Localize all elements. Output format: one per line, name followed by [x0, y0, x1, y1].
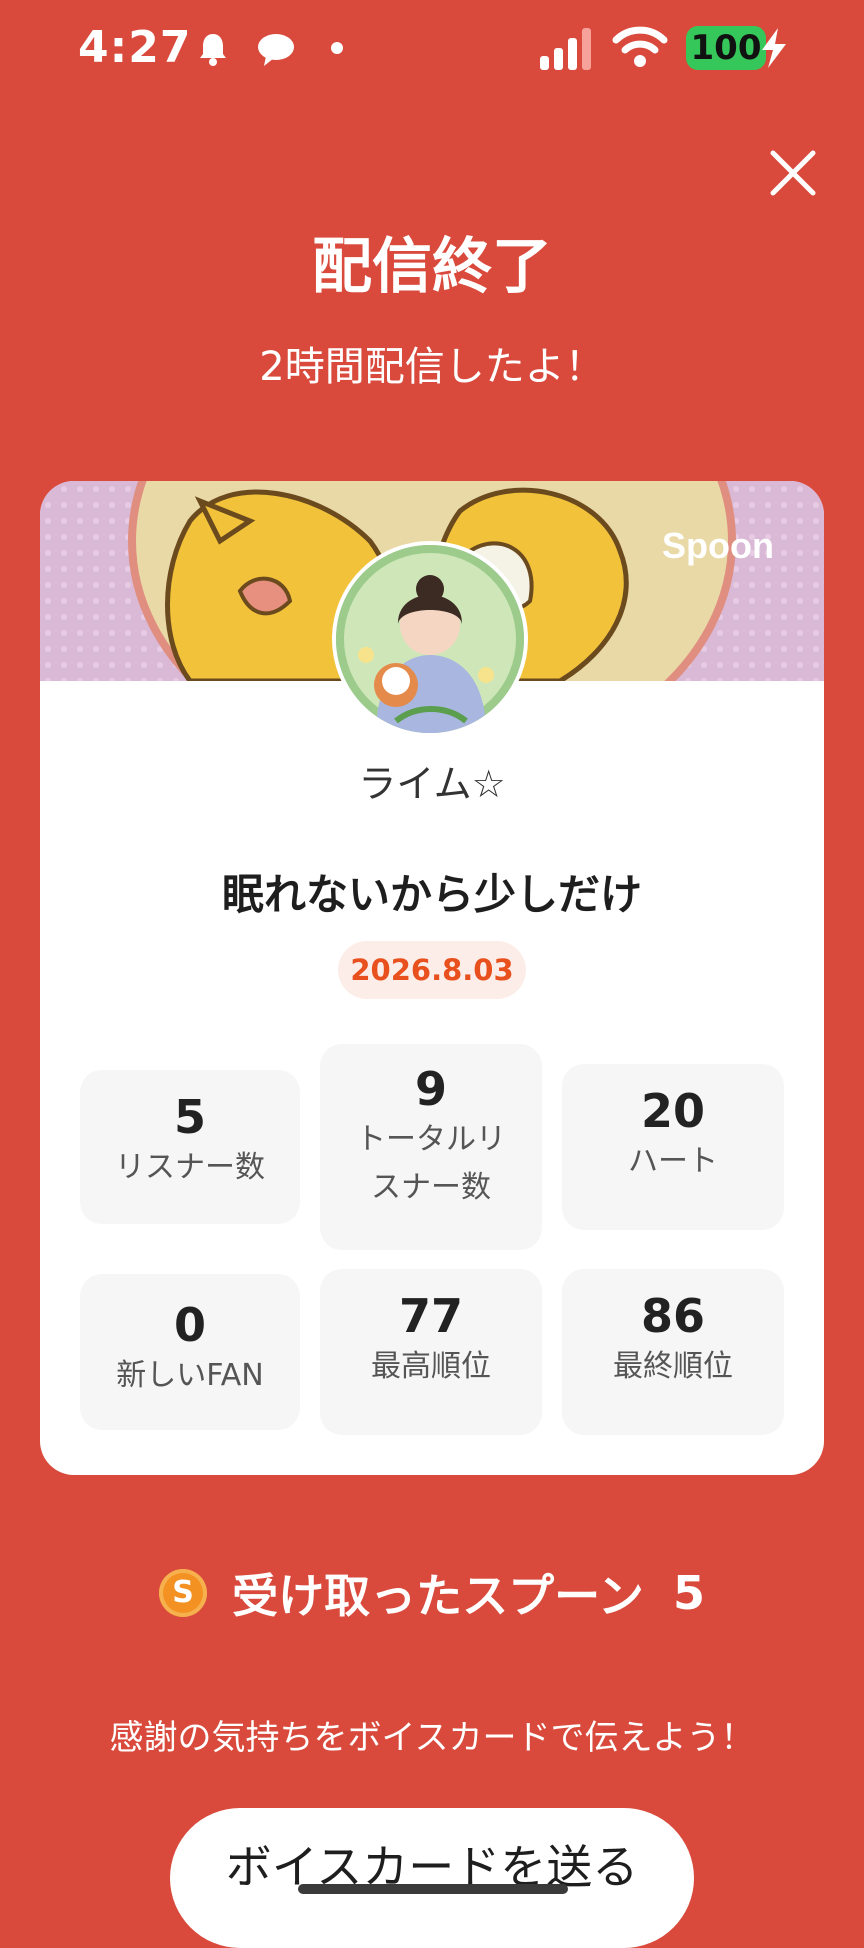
- received-spoons-count: 5: [672, 1566, 705, 1620]
- avatar-image: [336, 545, 524, 733]
- stat-label: リスナー数: [115, 1150, 265, 1185]
- status-bar: 4:27 100: [0, 0, 864, 100]
- send-voice-card-button[interactable]: ボイスカードを送る: [170, 1808, 694, 1948]
- stat-value: 0: [173, 1298, 206, 1352]
- broadcast-summary-card: Spoon ライム☆ 眠れないから少しだけ 2026.8.03 5 リスナー数 …: [40, 481, 824, 1475]
- stat-value: 86: [640, 1289, 705, 1343]
- stat-label: 最高順位: [371, 1349, 491, 1384]
- bell-icon: [200, 34, 226, 66]
- received-spoons-label: 受け取ったスプーン: [232, 1569, 644, 1623]
- wifi-icon: [612, 26, 668, 67]
- stat-value: 9: [414, 1062, 447, 1116]
- stat-listeners: 5 リスナー数: [80, 1070, 300, 1224]
- spoon-coin-icon: S: [159, 1569, 208, 1617]
- username: ライム☆: [358, 762, 506, 806]
- stat-hearts: 20 ハート: [562, 1064, 784, 1230]
- stat-label: ハート: [628, 1144, 718, 1179]
- stat-highest-rank: 77 最高順位: [320, 1269, 542, 1435]
- stat-final-rank: 86 最終順位: [562, 1269, 784, 1435]
- page-subtitle: 2時間配信したよ！: [259, 344, 605, 390]
- stat-new-fans: 0 新しいFAN: [80, 1274, 300, 1430]
- close-icon[interactable]: [768, 148, 818, 198]
- received-spoons: S 受け取ったスプーン 5: [0, 1560, 864, 1630]
- spoon-logo: Spoon: [662, 525, 774, 566]
- stat-total-listeners: 9 トータルリ スナー数: [320, 1044, 542, 1250]
- chat-bubble-icon: [258, 34, 294, 66]
- page-title: 配信終了: [312, 232, 552, 302]
- battery-indicator: 100: [686, 26, 766, 70]
- stat-value: 20: [640, 1084, 705, 1138]
- stat-label: 新しいFAN: [116, 1358, 264, 1393]
- stat-label: トータルリ スナー数: [356, 1122, 506, 1205]
- home-indicator[interactable]: [298, 1884, 568, 1894]
- signal-icon: [540, 28, 591, 70]
- charging-bolt-icon: [762, 28, 786, 68]
- avatar[interactable]: [332, 541, 528, 737]
- stream-title: 眠れないから少しだけ: [221, 870, 642, 919]
- thanks-message: 感謝の気持ちをボイスカードで伝えよう！: [109, 1718, 755, 1758]
- status-time: 4:27: [78, 22, 192, 73]
- stat-value: 5: [173, 1090, 206, 1144]
- stat-label: 最終順位: [613, 1349, 733, 1384]
- dot-icon: [331, 42, 343, 54]
- date-badge: 2026.8.03: [338, 941, 526, 999]
- stat-value: 77: [398, 1289, 463, 1343]
